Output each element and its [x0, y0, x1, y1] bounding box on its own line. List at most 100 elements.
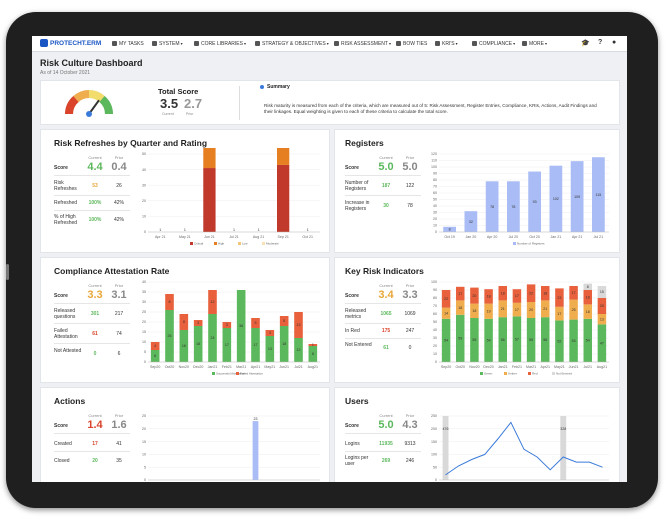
- nav-strategy[interactable]: STRATEGY & OBJECTIVES▾: [255, 41, 329, 47]
- x-tick-label: Jul 20: [509, 235, 519, 239]
- score-prior: 3.3: [402, 289, 418, 301]
- y-tick-label: 100: [431, 165, 437, 169]
- help-icon[interactable]: ?: [598, 39, 602, 46]
- data-label: 1: [233, 228, 235, 232]
- brand-name: PROTECHT.ERM: [50, 40, 101, 47]
- data-label: 1: [159, 228, 161, 232]
- row-prior: 74: [111, 331, 127, 337]
- row-divider: [345, 323, 421, 324]
- row-prior: 6: [111, 351, 127, 357]
- brand-logo[interactable]: PROTECHT.ERM: [40, 39, 101, 47]
- nav-label: MORE: [529, 41, 544, 47]
- data-label: 18: [487, 295, 491, 299]
- x-tick-label: Jun21: [569, 365, 579, 369]
- data-label: 54: [487, 339, 491, 343]
- row-divider: [345, 175, 421, 176]
- row-prior: 1069: [402, 311, 418, 317]
- data-label: 13: [600, 317, 604, 321]
- y-tick-label: 10: [142, 340, 146, 344]
- y-tick-label: 10: [433, 224, 437, 228]
- data-label: 12: [211, 300, 215, 304]
- shield-icon: [334, 41, 339, 46]
- total-score-prior: 2.7: [184, 96, 202, 111]
- gauge-icon: [63, 84, 115, 120]
- y-tick-label: 15: [142, 440, 146, 444]
- data-label: 8: [312, 352, 314, 356]
- row-divider: [54, 433, 130, 434]
- data-label: 17: [515, 308, 519, 312]
- data-label: 18: [586, 310, 590, 314]
- y-tick-label: 35: [142, 290, 146, 294]
- y-tick-label: 50: [433, 465, 437, 469]
- data-label: 18: [458, 306, 462, 310]
- risk-refresh-card: Risk Refreshes by Quarter and Rating Cur…: [40, 129, 330, 253]
- x-tick-label: Jan21: [208, 365, 218, 369]
- total-score-title: Total Score: [158, 87, 198, 96]
- data-label: 57: [515, 337, 519, 341]
- y-tick-label: 5: [144, 465, 146, 469]
- row-prior: 0: [402, 345, 418, 351]
- data-label: 18: [586, 295, 590, 299]
- y-tick-label: 10: [433, 352, 437, 356]
- metrics-table: Current Prior Score 3.4 3.3 Released met…: [345, 283, 421, 363]
- row-label: Score: [345, 293, 359, 299]
- nav-label: KRI'S: [442, 41, 455, 47]
- x-tick-label: Jan 21: [550, 235, 561, 239]
- x-tick-label: Sep20: [150, 365, 160, 369]
- top-navbar: PROTECHT.ERM MY TASKS SYSTEM▾ CORE LIBRA…: [32, 36, 627, 52]
- y-tick-label: 110: [431, 159, 437, 163]
- row-prior: 35: [111, 458, 127, 464]
- nav-system[interactable]: SYSTEM▾: [152, 41, 183, 47]
- compliance-card: Compliance Attestation Rate Current Prio…: [40, 257, 330, 383]
- y-tick-label: 50: [142, 152, 146, 156]
- legend-label: Not Entered: [556, 372, 572, 376]
- bar: [203, 168, 215, 232]
- y-tick-label: 40: [142, 168, 146, 172]
- x-tick-label: Jun 21: [204, 235, 215, 239]
- data-label: 17: [515, 294, 519, 298]
- nav-kris[interactable]: KRI'S▾: [435, 41, 458, 47]
- score-prior: 4.3: [402, 419, 418, 431]
- nav-risk-assessment[interactable]: RISK ASSESSMENT▾: [334, 41, 391, 47]
- nav-bow-ties[interactable]: BOW TIES: [396, 41, 427, 47]
- nav-my-tasks[interactable]: MY TASKS: [112, 41, 144, 47]
- user-icon[interactable]: ●: [612, 39, 616, 46]
- chevron-down-icon: ▾: [389, 41, 391, 46]
- row-current: 1065: [378, 311, 394, 317]
- row-label: Risk Refreshes: [54, 180, 84, 192]
- compliance-chart: 051015202530354064Sep20268Oct20168Nov201…: [136, 276, 324, 378]
- y-tick-label: 20: [142, 427, 146, 431]
- x-tick-label: Aug 21: [253, 235, 264, 239]
- row-current: 53: [87, 183, 103, 189]
- row-current: 17: [87, 441, 103, 447]
- data-label: 78: [490, 205, 494, 209]
- nav-more[interactable]: MORE▾: [522, 41, 547, 47]
- data-label: 54: [444, 339, 448, 343]
- nav-compliance[interactable]: COMPLIANCE▾: [472, 41, 515, 47]
- legend-swatch: [238, 242, 241, 245]
- legend-swatch: [214, 242, 217, 245]
- data-label: 19: [487, 309, 491, 313]
- card-title: Registers: [345, 138, 384, 148]
- kri-icon: [435, 41, 440, 46]
- row-prior: 42%: [111, 217, 127, 223]
- bar: [203, 148, 215, 168]
- x-tick-label: Jan 20: [465, 235, 476, 239]
- legend-swatch: [552, 372, 555, 375]
- y-tick-label: 150: [431, 440, 437, 444]
- row-label: Released metrics: [345, 308, 375, 320]
- row-current: 187: [378, 183, 394, 189]
- data-label: 8: [169, 300, 171, 304]
- row-current: 61: [87, 331, 103, 337]
- row-prior: 41: [111, 441, 127, 447]
- x-tick-label: Jun21: [279, 365, 289, 369]
- x-tick-label: Apr 21: [572, 235, 583, 239]
- bar: [443, 416, 449, 480]
- actions-card: Actions Current Prior Score 1.4 1.6 Crea…: [40, 387, 330, 482]
- card-title: Actions: [54, 396, 85, 406]
- nav-core-libraries[interactable]: CORE LIBRARIES▾: [194, 41, 246, 47]
- graduation-cap-icon[interactable]: 🎓: [581, 39, 590, 47]
- y-tick-label: 100: [431, 453, 437, 457]
- data-label: 53: [572, 339, 576, 343]
- x-tick-label: Mar21: [236, 365, 246, 369]
